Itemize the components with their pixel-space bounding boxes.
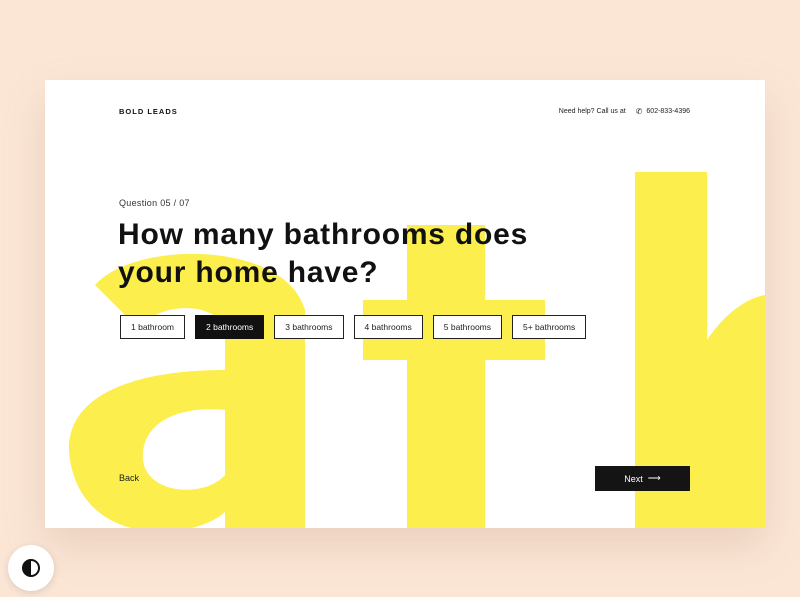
option-1-bathroom[interactable]: 1 bathroom (120, 315, 185, 339)
help-contact: Need help? Call us at ✆ 602-833-4396 (559, 107, 690, 116)
theme-toggle-button[interactable] (8, 545, 54, 591)
question-counter: Question 05 / 07 (119, 198, 190, 208)
brand-logo[interactable]: BOLD LEADS (119, 107, 178, 116)
phone-icon: ✆ (635, 107, 643, 116)
back-button[interactable]: Back (119, 473, 139, 483)
phone-number-link[interactable]: 602-833-4396 (646, 108, 690, 115)
option-2-bathrooms[interactable]: 2 bathrooms (195, 315, 265, 339)
survey-card: BOLD LEADS Need help? Call us at ✆ 602-8… (45, 80, 765, 528)
next-label: Next (624, 473, 643, 484)
option-5-plus-bathrooms[interactable]: 5+ bathrooms (512, 315, 587, 339)
help-text: Need help? Call us at (558, 108, 626, 115)
option-5-bathrooms[interactable]: 5 bathrooms (432, 315, 502, 339)
option-3-bathrooms[interactable]: 3 bathrooms (274, 315, 344, 339)
background-letters-graphic (68, 172, 765, 528)
background-letter-a (68, 253, 305, 528)
next-button[interactable]: Next ⟶ (595, 466, 690, 491)
question-title: How many bathrooms does your home have? (118, 218, 529, 289)
arrow-right-icon: ⟶ (647, 473, 661, 483)
contrast-icon (22, 559, 40, 577)
option-4-bathrooms[interactable]: 4 bathrooms (353, 315, 423, 339)
answer-options: 1 bathroom 2 bathrooms 3 bathrooms 4 bat… (120, 315, 587, 339)
